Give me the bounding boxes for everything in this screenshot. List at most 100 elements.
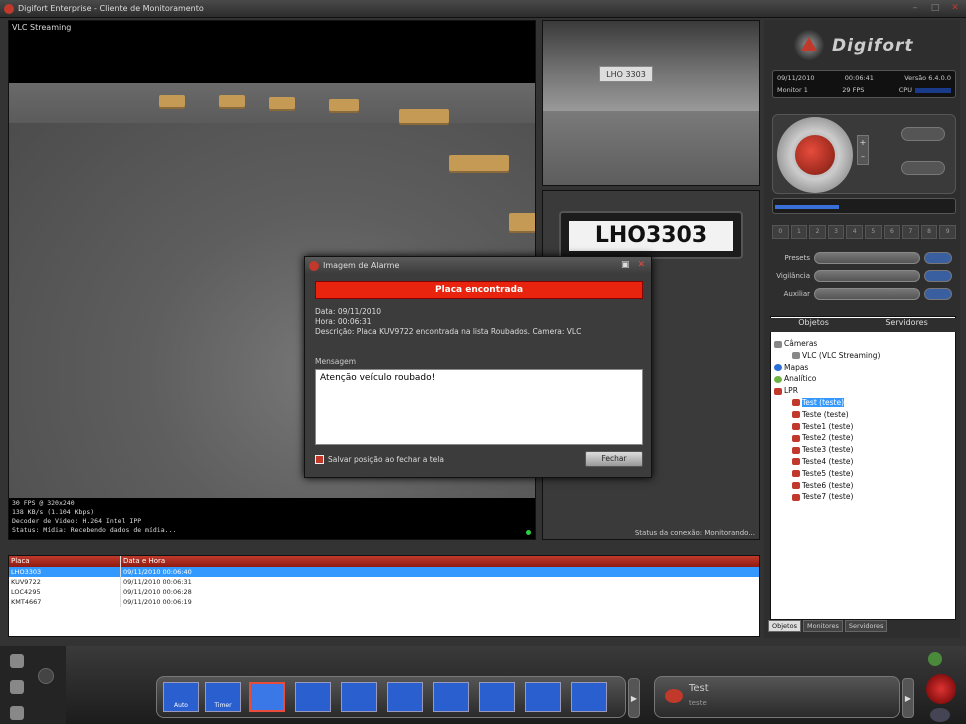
tree-node[interactable]: Analítico bbox=[774, 373, 952, 385]
tree-node[interactable]: Teste5 (teste) bbox=[774, 468, 952, 480]
preset-button[interactable]: 1 bbox=[790, 225, 808, 239]
preset-button[interactable]: 2 bbox=[809, 225, 826, 239]
app-icon bbox=[4, 4, 14, 14]
auxiliar-go-button[interactable] bbox=[924, 288, 952, 300]
zoom-control[interactable]: + – bbox=[857, 135, 869, 165]
minimize-button[interactable]: – bbox=[908, 2, 922, 14]
close-button[interactable]: ✕ bbox=[948, 2, 962, 14]
column-header-plate[interactable]: Placa bbox=[9, 556, 121, 567]
layout-4x4-button[interactable] bbox=[571, 682, 607, 712]
tree-node[interactable]: Teste1 (teste) bbox=[774, 421, 952, 433]
snapshot-plate: LHO 3303 bbox=[599, 66, 653, 82]
ptz-joystick[interactable] bbox=[777, 117, 853, 193]
lpr-results-table: Placa Data e Hora LHO3303 09/11/2010 00:0… bbox=[8, 555, 760, 637]
sequence-next-button[interactable]: ▶ bbox=[902, 678, 914, 718]
preset-button[interactable]: 8 bbox=[920, 225, 938, 239]
vigilancia-dropdown[interactable] bbox=[814, 270, 920, 282]
record-icon[interactable] bbox=[38, 668, 54, 684]
tree-node[interactable]: LPR bbox=[774, 385, 952, 397]
bottom-toolbar: Auto Timer ▶ Test teste ▶ bbox=[0, 646, 966, 724]
auxiliar-dropdown[interactable] bbox=[814, 288, 920, 300]
tree-node[interactable]: Teste6 (teste) bbox=[774, 480, 952, 492]
recognized-plate: LHO3303 bbox=[559, 211, 743, 259]
presets-selector: Presets bbox=[768, 252, 956, 266]
speed-slider[interactable] bbox=[772, 198, 956, 214]
vigilancia-go-button[interactable] bbox=[924, 270, 952, 282]
alarm-description: Descrição: Placa KUV9722 encontrada na l… bbox=[315, 327, 582, 336]
lpr-snapshot: LHO 3303 bbox=[542, 20, 760, 186]
digifort-logo: Digifort bbox=[794, 26, 954, 66]
power-icon[interactable] bbox=[926, 674, 956, 704]
toolbar-left bbox=[0, 646, 66, 724]
tree-node[interactable]: Test (teste) bbox=[774, 397, 952, 409]
layout-1x1-button[interactable] bbox=[249, 682, 285, 712]
dialog-title-bar[interactable]: Imagem de Alarme ▣ ✕ bbox=[305, 257, 651, 275]
lpr-sequence[interactable]: Test teste bbox=[654, 676, 900, 718]
save-position-checkbox[interactable]: Salvar posição ao fechar a tela bbox=[315, 455, 444, 464]
alarm-date: Data: 09/11/2010 bbox=[315, 307, 382, 316]
layout-auto-button[interactable]: Auto bbox=[163, 682, 199, 712]
layout-2plus8-button[interactable] bbox=[479, 682, 515, 712]
online-icon[interactable] bbox=[928, 652, 942, 666]
auxiliar-selector: Auxiliar bbox=[768, 288, 956, 302]
lpr-icon bbox=[665, 689, 683, 703]
table-row[interactable]: LHO3303 09/11/2010 00:06:40 bbox=[9, 567, 759, 577]
tab-monitores[interactable]: Monitores bbox=[802, 620, 843, 632]
sidebar-bottom-tabs: Objetos Monitores Servidores bbox=[768, 620, 956, 632]
column-header-datetime[interactable]: Data e Hora bbox=[121, 556, 759, 567]
layout-timer-button[interactable]: Timer bbox=[205, 682, 241, 712]
alarm-info: Data: 09/11/2010 Hora: 00:06:31 Descriçã… bbox=[315, 307, 645, 337]
tab-servidores[interactable]: Servidores bbox=[844, 620, 888, 632]
preset-button[interactable]: 6 bbox=[883, 225, 901, 239]
layout-2x2-button[interactable] bbox=[295, 682, 331, 712]
close-dialog-button[interactable]: Fechar bbox=[585, 451, 643, 467]
preset-button[interactable]: 5 bbox=[864, 225, 882, 239]
window-title: Digifort Enterprise - Cliente de Monitor… bbox=[18, 4, 204, 13]
layout-3x3-button[interactable] bbox=[433, 682, 469, 712]
layout-1plus5-button[interactable] bbox=[341, 682, 377, 712]
close-icon[interactable]: ✕ bbox=[637, 260, 645, 270]
layout-1plus7-button[interactable] bbox=[387, 682, 423, 712]
maximize-button[interactable]: □ bbox=[928, 2, 942, 14]
logo-icon bbox=[794, 30, 824, 60]
tab-objetos[interactable]: Objetos bbox=[768, 620, 801, 632]
tree-node[interactable]: Teste7 (teste) bbox=[774, 491, 952, 503]
tree-node[interactable]: Mapas bbox=[774, 362, 952, 374]
focus-control[interactable] bbox=[901, 127, 945, 141]
layout-1plus12-button[interactable] bbox=[525, 682, 561, 712]
tree-node[interactable]: Teste (teste) bbox=[774, 409, 952, 421]
alarm-dialog: Imagem de Alarme ▣ ✕ Placa encontrada Da… bbox=[304, 256, 652, 478]
tree-node[interactable]: Teste3 (teste) bbox=[774, 444, 952, 456]
tab-objects[interactable]: Objetos bbox=[798, 318, 829, 332]
message-field[interactable]: Atenção veículo roubado! bbox=[315, 369, 643, 445]
preset-button[interactable]: 9 bbox=[939, 225, 956, 239]
checkbox-icon[interactable] bbox=[315, 455, 324, 464]
layout-next-button[interactable]: ▶ bbox=[628, 678, 640, 718]
dialog-title: Imagem de Alarme bbox=[323, 261, 400, 270]
preset-button[interactable]: 0 bbox=[772, 225, 789, 239]
object-tree: Câmeras VLC (VLC Streaming) Mapas Analít… bbox=[774, 338, 952, 503]
preset-button[interactable]: 3 bbox=[827, 225, 845, 239]
preset-button[interactable]: 4 bbox=[846, 225, 863, 239]
ptz-control: + – bbox=[772, 114, 956, 194]
presets-go-button[interactable] bbox=[924, 252, 952, 264]
tree-node[interactable]: VLC (VLC Streaming) bbox=[774, 350, 952, 362]
table-row[interactable]: LOC4295 09/11/2010 00:06:28 bbox=[9, 587, 759, 597]
globe-icon[interactable] bbox=[930, 708, 950, 722]
title-bar: Digifort Enterprise - Cliente de Monitor… bbox=[0, 0, 966, 18]
tab-servers[interactable]: Servidores bbox=[885, 318, 927, 332]
presets-dropdown[interactable] bbox=[814, 252, 920, 264]
iris-control[interactable] bbox=[901, 161, 945, 175]
tree-node[interactable]: Câmeras bbox=[774, 338, 952, 350]
restore-icon[interactable]: ▣ bbox=[621, 260, 630, 270]
tree-node[interactable]: Teste2 (teste) bbox=[774, 432, 952, 444]
gear-icon[interactable] bbox=[10, 654, 24, 668]
connection-status: Status da conexão: Monitorando... bbox=[634, 529, 755, 537]
preset-button[interactable]: 7 bbox=[902, 225, 919, 239]
screen-icon[interactable] bbox=[10, 706, 24, 720]
table-row[interactable]: KMT4667 09/11/2010 00:06:19 bbox=[9, 597, 759, 607]
camera-icon[interactable] bbox=[10, 680, 24, 694]
table-row[interactable]: KUV9722 09/11/2010 00:06:31 bbox=[9, 577, 759, 587]
tree-node[interactable]: Teste4 (teste) bbox=[774, 456, 952, 468]
video-stats: 30 FPS @ 320x240 138 KB/s (1.104 Kbps) D… bbox=[12, 499, 177, 534]
